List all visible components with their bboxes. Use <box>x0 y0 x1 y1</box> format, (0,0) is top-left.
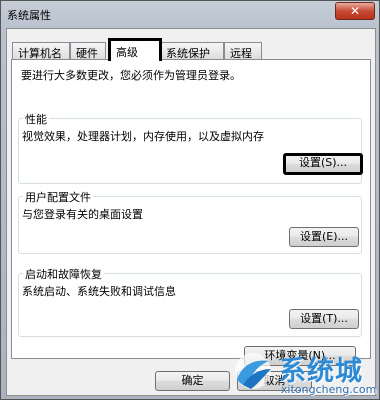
tab-computer-name[interactable]: 计算机名 <box>12 42 70 60</box>
user-profiles-desc: 与您登录有关的桌面设置 <box>22 208 143 221</box>
performance-title: 性能 <box>23 111 49 127</box>
watermark-logo-icon <box>235 353 271 389</box>
system-properties-window: 系统属性 ✕ 计算机名 硬件 高级 系统保护 远程 要进行大多数更改，您必须作为… <box>0 0 380 400</box>
close-button[interactable]: ✕ <box>335 2 375 20</box>
admin-note: 要进行大多数更改，您必须作为管理员登录。 <box>21 69 241 82</box>
startup-recovery-title: 启动和故障恢复 <box>23 266 104 282</box>
tab-remote[interactable]: 远程 <box>224 42 262 60</box>
site-watermark: 系统城 xitongcheng.com <box>229 349 379 399</box>
performance-group: 性能 视觉效果，处理器计划，内存使用，以及虚拟内存 设置(S)... <box>18 111 363 184</box>
performance-desc: 视觉效果，处理器计划，内存使用，以及虚拟内存 <box>22 130 264 143</box>
tab-hardware[interactable]: 硬件 <box>70 42 106 60</box>
close-icon: ✕ <box>349 4 361 18</box>
window-title: 系统属性 <box>7 9 51 22</box>
user-profiles-settings-button[interactable]: 设置(E)... <box>289 227 359 247</box>
dialog-client-area: 计算机名 硬件 高级 系统保护 远程 要进行大多数更改，您必须作为管理员登录。 … <box>6 28 376 396</box>
startup-recovery-desc: 系统启动、系统失败和调试信息 <box>22 285 176 298</box>
user-profiles-title: 用户配置文件 <box>23 189 93 205</box>
watermark-url: xitongcheng.com <box>281 383 377 396</box>
startup-recovery-settings-button[interactable]: 设置(T)... <box>289 309 359 329</box>
tab-advanced[interactable]: 高级 <box>108 38 162 61</box>
performance-settings-button[interactable]: 设置(S)... <box>283 153 363 175</box>
advanced-tab-panel: 要进行大多数更改，您必须作为管理员登录。 性能 视觉效果，处理器计划，内存使用，… <box>11 59 371 366</box>
ok-button[interactable]: 确定 <box>155 371 230 391</box>
title-bar[interactable]: 系统属性 ✕ <box>1 1 379 27</box>
user-profiles-group: 用户配置文件 与您登录有关的桌面设置 设置(E)... <box>18 189 362 254</box>
startup-recovery-group: 启动和故障恢复 系统启动、系统失败和调试信息 设置(T)... <box>18 266 362 337</box>
tab-system-protection[interactable]: 系统保护 <box>160 42 224 60</box>
